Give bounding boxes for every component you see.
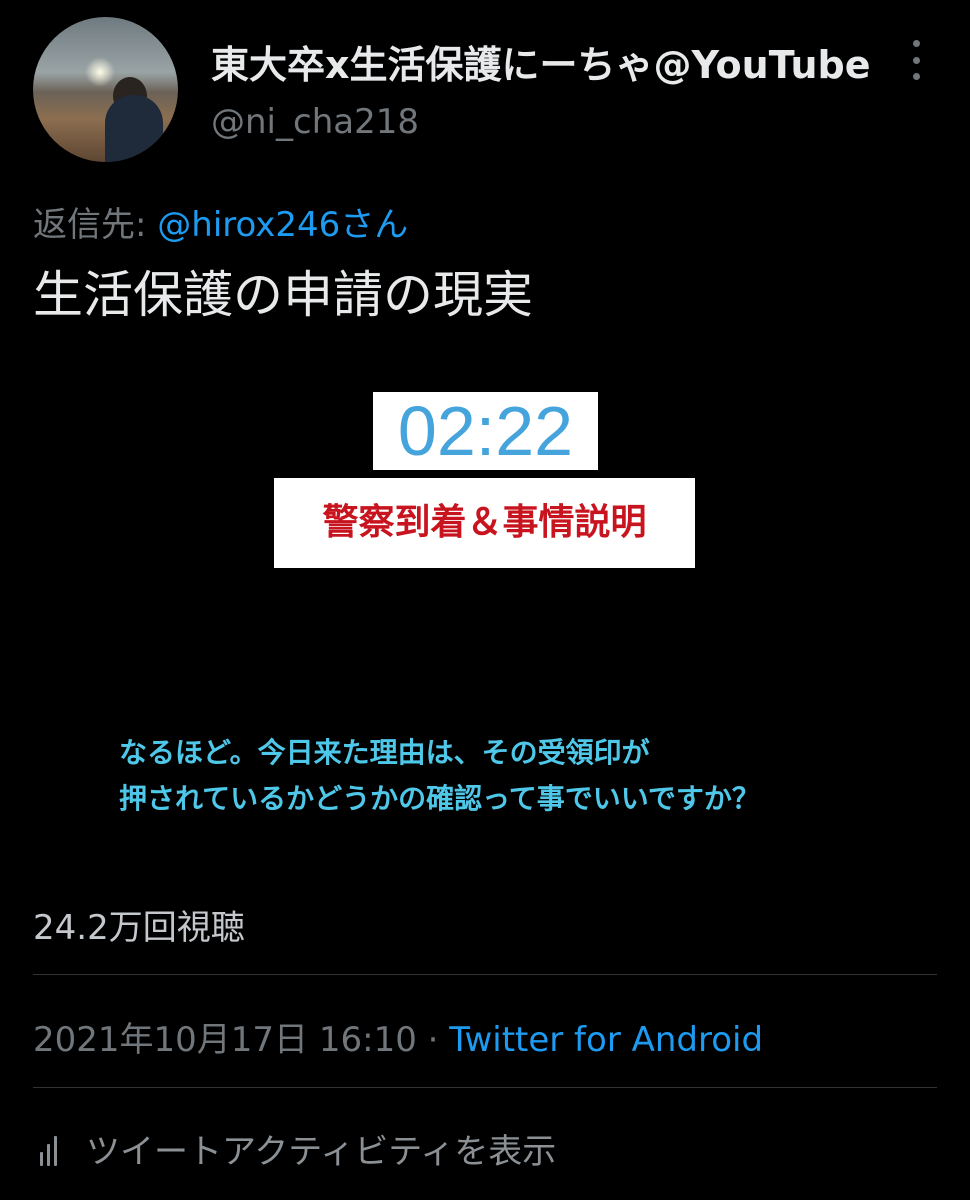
tweet-source-link[interactable]: Twitter for Android — [449, 1020, 763, 1060]
divider — [33, 1087, 937, 1088]
tweet-datetime[interactable]: 2021年10月17日 16:10 — [33, 1020, 417, 1060]
reply-to-prefix: 返信先: — [33, 205, 158, 245]
video-subtitle-line-2: 押されているかどうかの確認って事でいいですか？ — [119, 782, 760, 815]
divider — [33, 974, 937, 975]
avatar-person — [105, 95, 163, 162]
video-caption: 警察到着＆事情説明 — [274, 478, 695, 568]
tweet-activity-label: ツイートアクティビティを表示 — [86, 1132, 557, 1172]
video-subtitle-line-1: なるほど。今日来た理由は、その受領印が — [119, 736, 650, 769]
video-timer: 02:22 — [373, 392, 598, 470]
tweet-text: 生活保護の申請の現実 — [33, 266, 533, 324]
user-handle[interactable]: @ni_cha218 — [211, 102, 419, 142]
meta-separator: · — [416, 1020, 450, 1060]
avatar[interactable] — [33, 17, 178, 162]
view-count: 24.2万回視聴 — [33, 908, 245, 948]
video-subtitle: なるほど。今日来た理由は、その受領印が 押されているかどうかの確認って事でいいで… — [119, 730, 760, 822]
display-name[interactable]: 東大卒x生活保護にーちゃ@YouTube — [211, 34, 870, 89]
video-player[interactable]: 02:22 警察到着＆事情説明 なるほど。今日来た理由は、その受領印が 押されて… — [33, 378, 937, 873]
bar-chart-icon — [40, 1132, 66, 1166]
reply-to: 返信先: @hirox246さん — [33, 197, 408, 246]
tweet-activity-button[interactable]: ツイートアクティビティを表示 — [33, 1124, 556, 1173]
more-vertical-icon[interactable] — [906, 40, 926, 80]
avatar-sun — [85, 57, 115, 87]
timestamp-line: 2021年10月17日 16:10 · Twitter for Android — [33, 1012, 763, 1061]
reply-mention-link[interactable]: @hirox246さん — [157, 205, 408, 245]
